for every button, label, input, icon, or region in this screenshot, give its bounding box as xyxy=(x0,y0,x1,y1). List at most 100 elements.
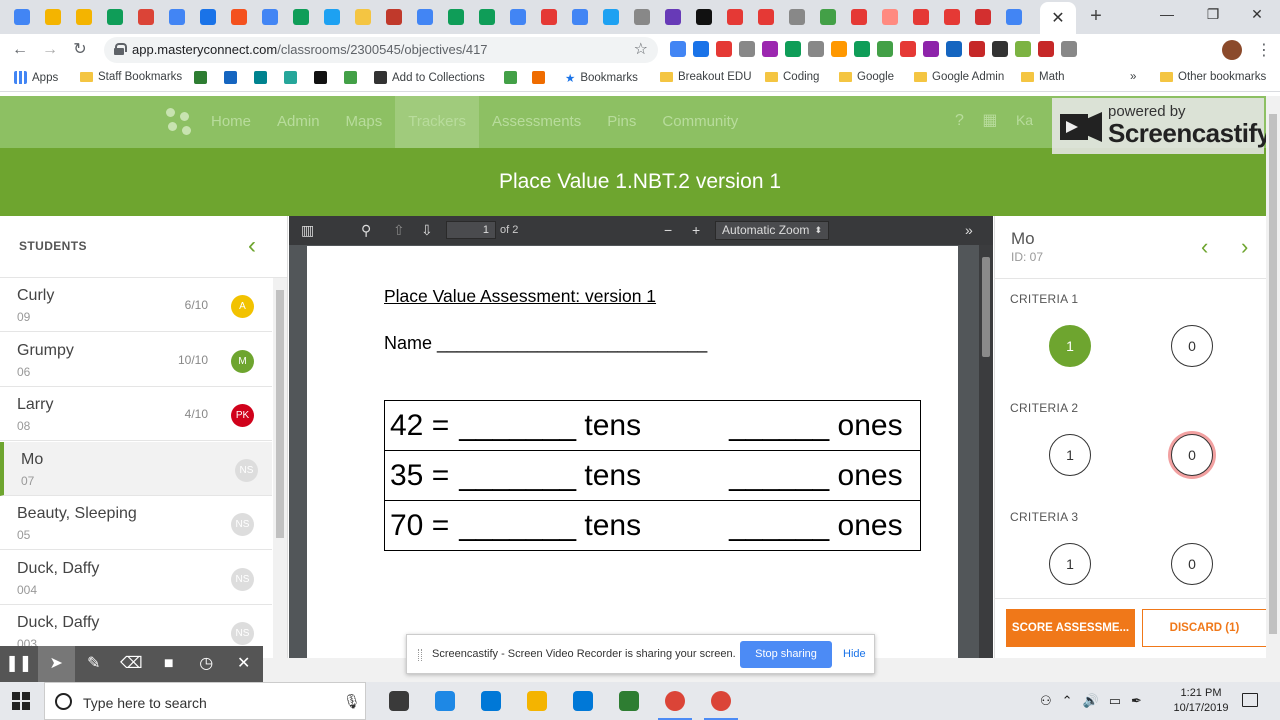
system-clock[interactable]: 1:21 PM 10/17/2019 xyxy=(1172,686,1230,716)
taskbar-app[interactable] xyxy=(376,682,422,720)
volume-icon[interactable]: 🔊 xyxy=(1083,693,1099,709)
extension-icon[interactable] xyxy=(1061,41,1077,57)
extension-icon[interactable] xyxy=(854,41,870,57)
bookmark-bookmarks[interactable]: ★ Bookmarks xyxy=(565,71,638,85)
pen-icon[interactable]: ✎ xyxy=(75,646,113,682)
criteria-score-1-button[interactable]: 1 xyxy=(1049,543,1091,585)
bookmark-add-to-collections[interactable]: Add to Collections xyxy=(374,71,485,84)
browser-tab[interactable] xyxy=(998,7,1029,27)
nav-admin[interactable]: Admin xyxy=(264,96,333,148)
bookmark-icon-only[interactable] xyxy=(284,71,297,84)
extension-icon[interactable] xyxy=(808,41,824,57)
bookmark-staff-bookmarks[interactable]: Staff Bookmarks xyxy=(80,71,182,83)
extension-icon[interactable] xyxy=(1015,41,1031,57)
back-arrow-icon[interactable]: ← xyxy=(10,40,30,60)
browser-tab[interactable] xyxy=(967,7,998,27)
nav-home[interactable]: Home xyxy=(198,96,264,148)
extension-icon[interactable] xyxy=(969,41,985,57)
criteria-score-0-button[interactable]: 0 xyxy=(1171,434,1213,476)
student-row[interactable]: Curly 09 6/10 A xyxy=(0,278,272,332)
browser-tab[interactable] xyxy=(905,7,936,27)
find-search-icon[interactable]: ⚲ xyxy=(361,222,371,239)
taskbar-app[interactable] xyxy=(652,682,698,720)
student-row[interactable]: Duck, Daffy 004 NS xyxy=(0,551,272,605)
extension-icon[interactable] xyxy=(877,41,893,57)
extension-icon[interactable] xyxy=(1038,41,1054,57)
student-row[interactable]: Grumpy 06 10/10 M xyxy=(0,333,272,387)
browser-tab[interactable] xyxy=(6,7,37,27)
browser-tab[interactable] xyxy=(254,7,285,27)
bookmark-icon-only[interactable] xyxy=(344,71,357,84)
student-row[interactable]: Larry 08 4/10 PK xyxy=(0,387,272,441)
reload-icon[interactable]: ↻ xyxy=(70,40,90,60)
tab-close-icon[interactable]: ✕ xyxy=(1051,8,1064,28)
restore-icon[interactable]: ❐ xyxy=(1190,0,1236,30)
extension-icon[interactable] xyxy=(831,41,847,57)
collapse-chevron-left-icon[interactable]: ‹ xyxy=(248,232,256,260)
active-tab[interactable]: ✕ xyxy=(1040,2,1076,34)
nav-trackers[interactable]: Trackers xyxy=(395,96,480,148)
browser-tab[interactable] xyxy=(285,7,316,27)
extension-icon[interactable] xyxy=(762,41,778,57)
tools-more-icon[interactable]: » xyxy=(965,222,973,238)
bookmark-coding[interactable]: Coding xyxy=(765,71,819,83)
bookmark-icon-only[interactable] xyxy=(314,71,327,84)
discard-button[interactable]: DISCARD (1) xyxy=(1142,609,1267,647)
score-assessment-button[interactable]: SCORE ASSESSME... xyxy=(1006,609,1135,647)
browser-tab[interactable] xyxy=(812,7,843,27)
address-bar[interactable]: app.masteryconnect.com/classrooms/230054… xyxy=(104,37,658,63)
page-number-input[interactable]: 1 xyxy=(446,221,496,239)
tray-overflow-icon[interactable]: ⌃ xyxy=(1062,693,1073,709)
browser-tab[interactable] xyxy=(874,7,905,27)
browser-tab[interactable] xyxy=(130,7,161,27)
student-row[interactable]: Beauty, Sleeping 05 NS xyxy=(0,496,272,550)
extension-icon[interactable] xyxy=(900,41,916,57)
notifications-icon[interactable] xyxy=(1242,693,1258,707)
browser-tab[interactable] xyxy=(68,7,99,27)
taskbar-app[interactable] xyxy=(422,682,468,720)
criteria-score-1-button[interactable]: 1 xyxy=(1049,325,1091,367)
browser-tab[interactable] xyxy=(843,7,874,27)
bookmark-icon-only[interactable] xyxy=(224,71,237,84)
taskbar-app[interactable] xyxy=(606,682,652,720)
help-icon[interactable]: ? xyxy=(955,112,964,129)
taskbar-app[interactable] xyxy=(514,682,560,720)
bookmark-icon-only[interactable] xyxy=(532,71,545,84)
masteryconnect-logo-icon[interactable] xyxy=(166,108,196,138)
extension-icon[interactable] xyxy=(716,41,732,57)
cursor-icon[interactable]: ➤ xyxy=(37,646,75,682)
browser-tab[interactable] xyxy=(626,7,657,27)
user-menu[interactable]: Ka xyxy=(1016,112,1033,128)
camera-icon[interactable]: ■ xyxy=(150,646,188,682)
pen-workspace-icon[interactable]: ✒ xyxy=(1131,693,1142,709)
browser-tab[interactable] xyxy=(99,7,130,27)
browser-tab[interactable] xyxy=(595,7,626,27)
hide-link[interactable]: Hide xyxy=(843,648,866,660)
extension-icon[interactable] xyxy=(739,41,755,57)
timer-icon[interactable]: ◷ xyxy=(188,646,226,682)
profile-avatar[interactable] xyxy=(1222,40,1242,60)
bookmark-icon-only[interactable] xyxy=(254,71,267,84)
window-close-icon[interactable]: ✕ xyxy=(1234,0,1280,30)
bookmarks-overflow-icon[interactable]: » xyxy=(1130,71,1136,83)
taskbar-app[interactable] xyxy=(698,682,744,720)
criteria-score-0-button[interactable]: 0 xyxy=(1171,325,1213,367)
close-toolbar-icon[interactable]: ✕ xyxy=(225,646,263,682)
browser-tab[interactable] xyxy=(533,7,564,27)
bookmark-math[interactable]: Math xyxy=(1021,71,1065,83)
people-icon[interactable]: ⚇ xyxy=(1040,693,1052,709)
nav-pins[interactable]: Pins xyxy=(594,96,649,148)
browser-menu-icon[interactable]: ⋮ xyxy=(1256,40,1272,60)
next-student-chevron-icon[interactable]: › xyxy=(1241,234,1248,260)
microphone-icon[interactable]: 🎙 xyxy=(343,693,361,710)
browser-tab[interactable] xyxy=(564,7,595,27)
bookmark-google-admin[interactable]: Google Admin xyxy=(914,71,1004,83)
browser-tab[interactable] xyxy=(471,7,502,27)
apps-grid-icon[interactable]: ▦ xyxy=(982,112,997,129)
other-bookmarks[interactable]: Other bookmarks xyxy=(1160,71,1266,83)
browser-tab[interactable] xyxy=(936,7,967,27)
page-scrollbar[interactable] xyxy=(1266,96,1280,658)
browser-tab[interactable] xyxy=(750,7,781,27)
browser-tab[interactable] xyxy=(440,7,471,27)
bookmark-star-icon[interactable]: ☆ xyxy=(634,39,648,59)
